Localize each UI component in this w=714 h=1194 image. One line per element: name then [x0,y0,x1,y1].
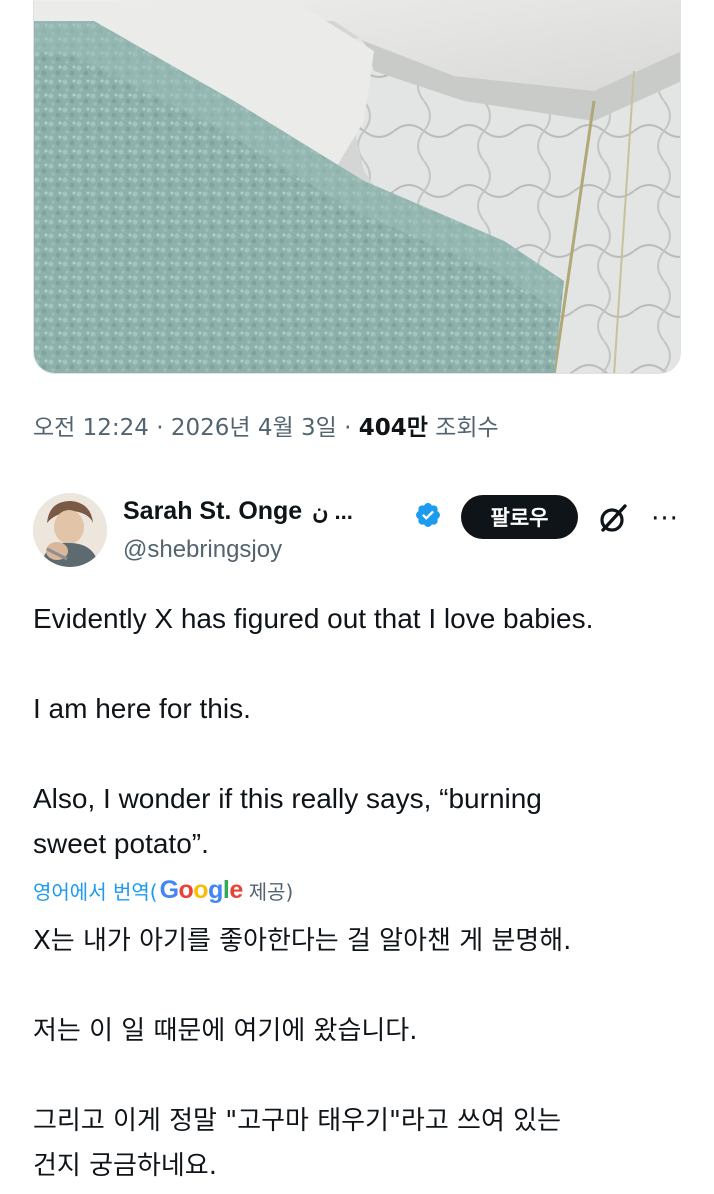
tweet-text: Evidently X has figured out that I love … [33,596,693,866]
tweet-line: Evidently X has figured out that I love … [33,603,594,634]
views-label: 조회수 [435,415,499,441]
translated-text: X는 내가 아기를 좋아한다는 걸 알아챈 게 분명해. 저는 이 일 때문에 … [33,919,693,1189]
translated-line: X는 내가 아기를 좋아한다는 걸 알아챈 게 분명해. [33,926,572,956]
tweet-line: sweet potato”. [33,828,209,859]
follow-button[interactable]: 팔로우 [461,495,578,539]
more-options-icon[interactable]: ··· [648,504,682,534]
tweet-time[interactable]: 오전 12:24 [33,415,149,441]
translation-attribution[interactable]: 영어에서 번역( Google 제공) [33,876,293,905]
tweet-meta: 오전 12:24 · 2026년 4월 3일 · 404만 조회수 [33,408,499,442]
photo-illustration [34,0,680,373]
author-name-suffix: ن ... [312,498,353,524]
author-display-name[interactable]: Sarah St. Onge [123,497,302,526]
tweet-media-image[interactable] [33,0,681,374]
translated-line: 건지 궁금하네요. [33,1151,217,1181]
verified-badge-icon [416,503,440,527]
avatar[interactable] [33,493,107,567]
google-logo: Google [159,876,244,904]
translated-line: 저는 이 일 때문에 여기에 왔습니다. [33,1016,418,1046]
author-handle[interactable]: @shebringsjoy [123,536,282,564]
tweet-date[interactable]: 2026년 4월 3일 [171,415,337,441]
translated-from-label[interactable]: 영어에서 번역( [33,876,158,905]
avatar-photo [33,493,107,567]
tweet-line: I am here for this. [33,693,251,724]
author-name-row[interactable]: Sarah St. Onge ن ... [123,497,353,526]
meta-separator: · [344,415,352,441]
provided-by-label: 제공) [248,880,294,904]
views-count: 404만 [358,415,428,441]
translated-line: 그리고 이게 정말 "고구마 태우기"라고 쓰여 있는 [33,1106,561,1136]
grok-icon[interactable] [596,502,630,536]
meta-separator: · [156,415,164,441]
tweet-line: Also, I wonder if this really says, “bur… [33,783,542,814]
